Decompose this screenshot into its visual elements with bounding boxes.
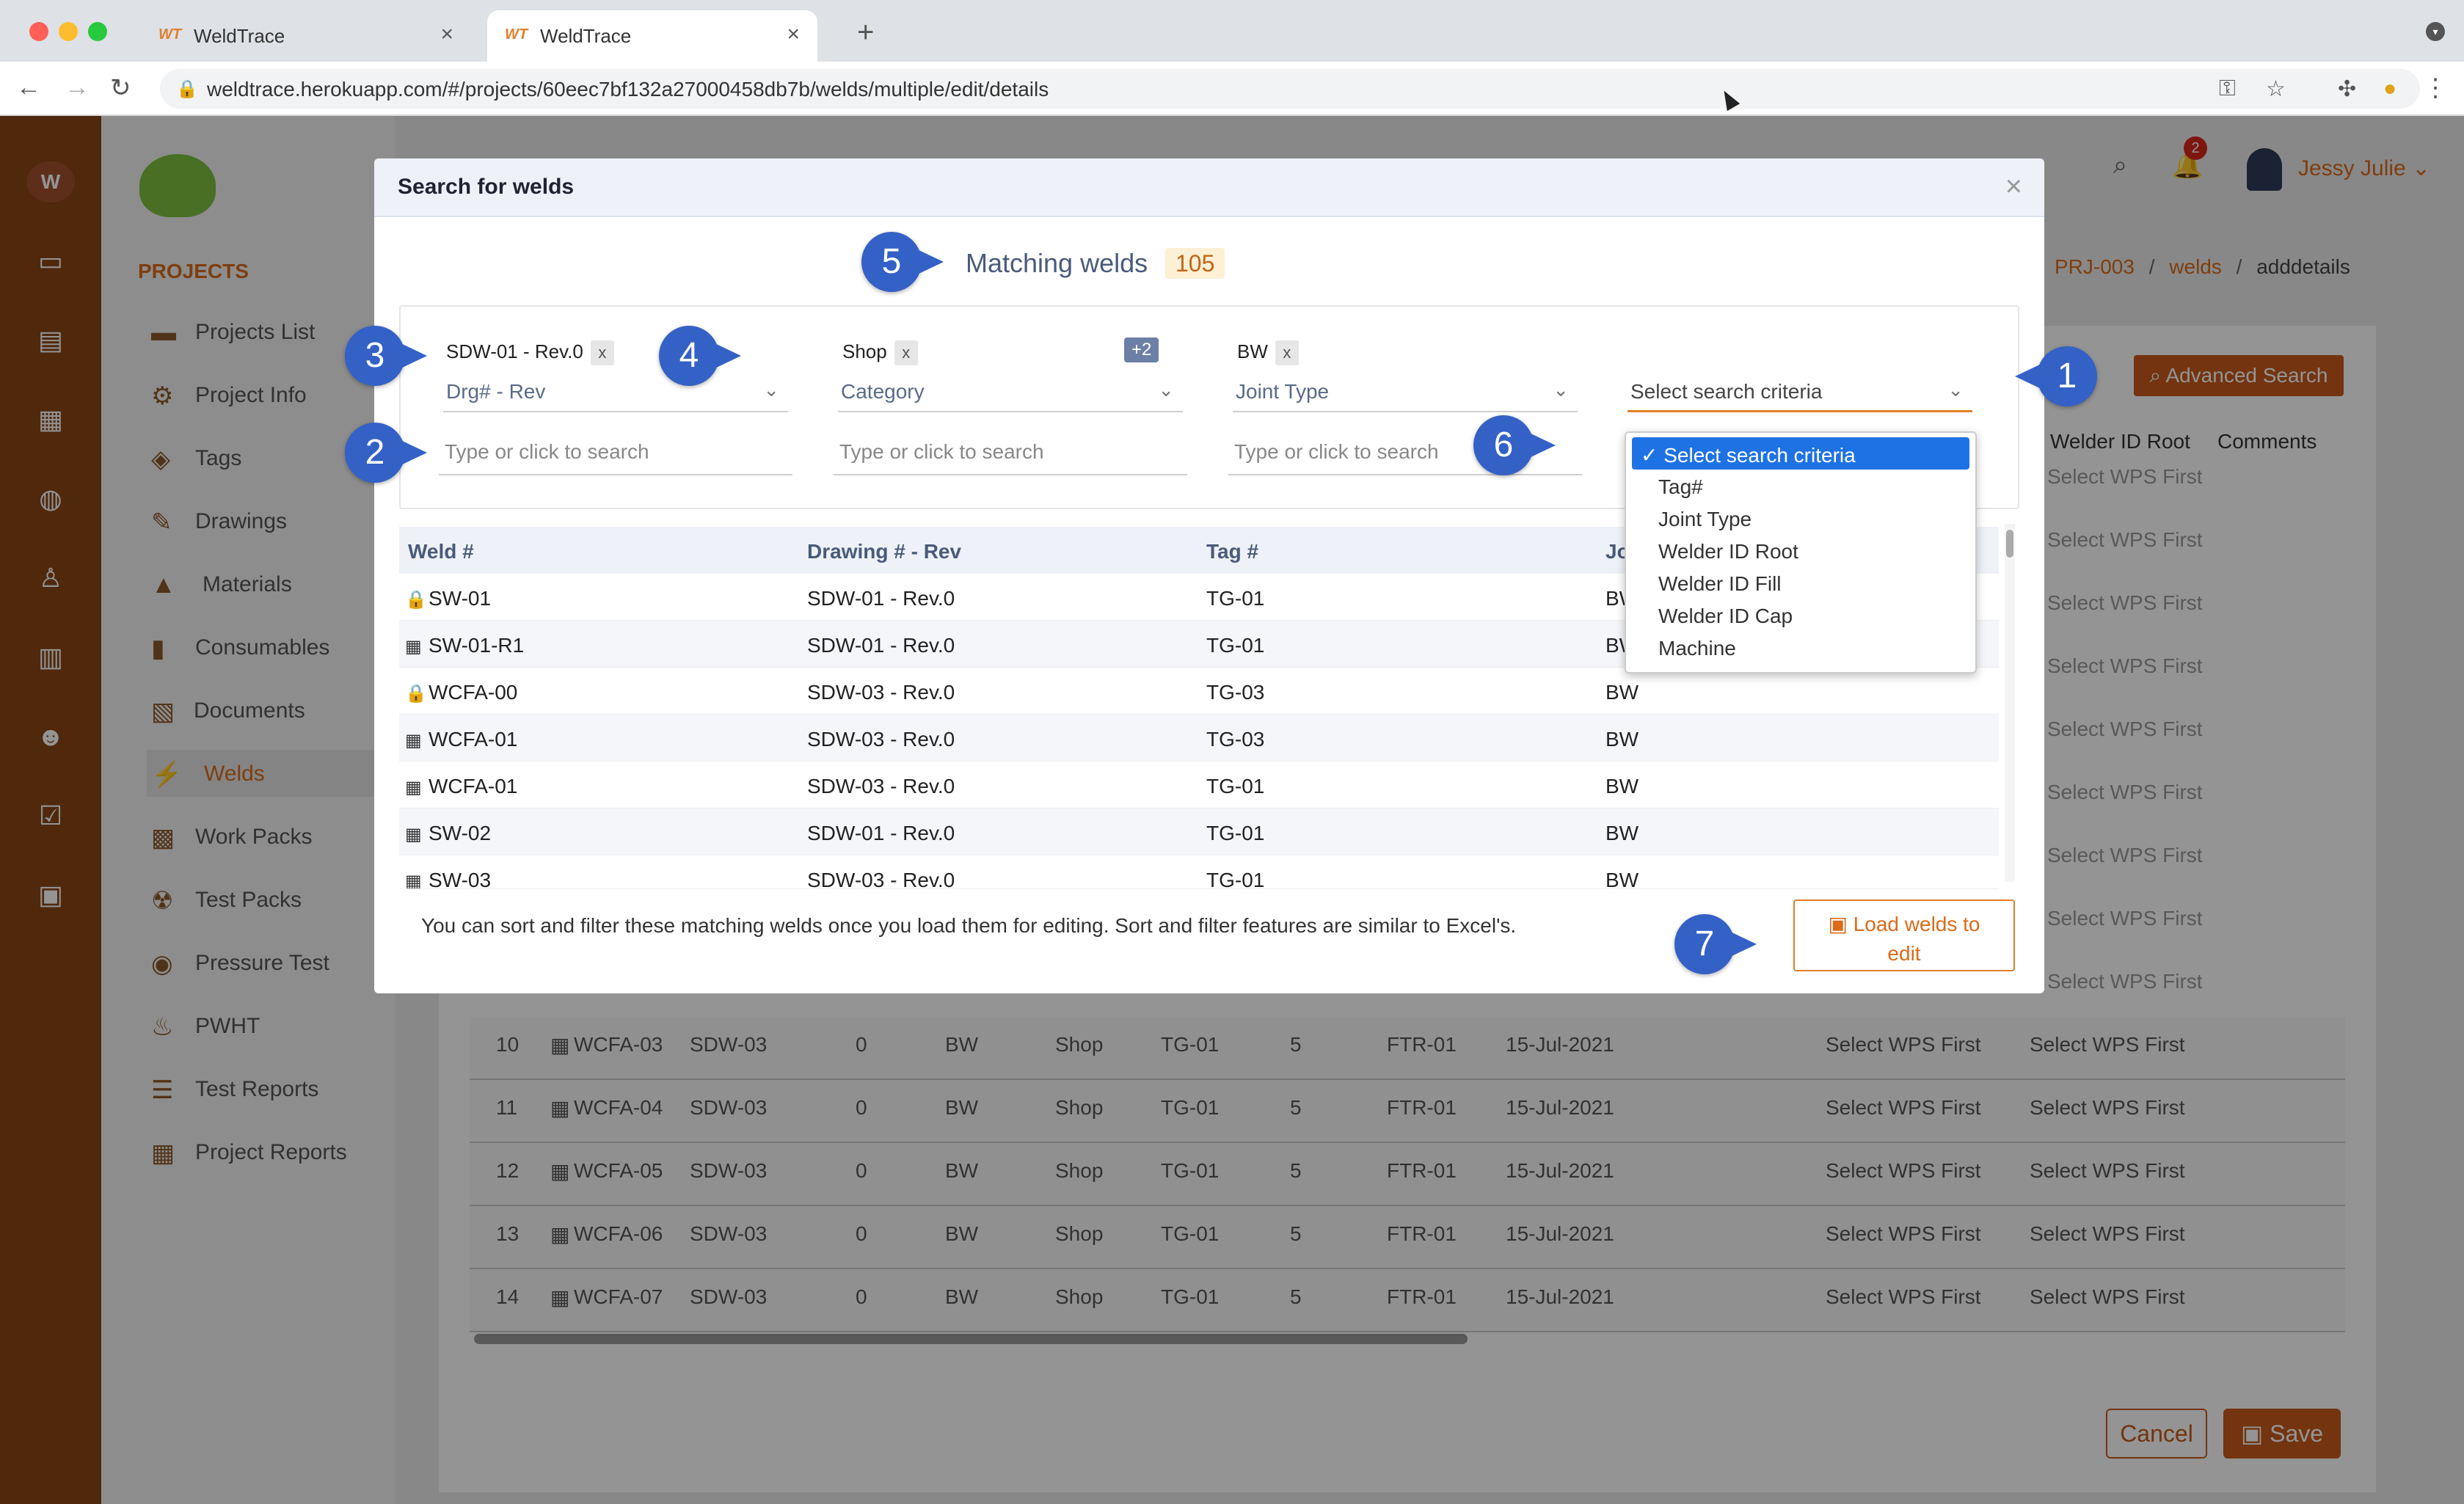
maximize-window-button[interactable] (88, 22, 107, 41)
screen: WT WeldTrace × WT WeldTrace × + ▾ ← → ↻ … (0, 0, 2464, 1504)
forward-icon[interactable]: → (65, 73, 90, 102)
callout-1: 1 (2015, 346, 2097, 406)
address-bar[interactable]: 🔒 weldtrace.herokuapp.com/#/projects/60e… (160, 69, 2420, 109)
chevron-down-icon: ⌄ (1158, 379, 1174, 401)
url-text: weldtrace.herokuapp.com/#/projects/60eec… (207, 78, 1049, 101)
column-header-weld[interactable]: Weld # (408, 540, 474, 563)
floppy-disk-icon: ▣ (1828, 913, 1854, 935)
tab-title: WeldTrace (540, 25, 632, 47)
browser-tab-bar: WT WeldTrace × WT WeldTrace × + ▾ (0, 0, 2464, 62)
calendar-icon: ▦ (405, 637, 422, 657)
remove-chip-icon[interactable]: x (894, 340, 918, 365)
option-tag[interactable]: Tag# (1632, 470, 1969, 502)
chevron-down-icon: ⌄ (1947, 379, 1964, 401)
tab-title: WeldTrace (194, 25, 285, 47)
matching-welds-count: 105 (1165, 248, 1225, 279)
column-header-tag[interactable]: Tag # (1206, 540, 1258, 563)
new-tab-button[interactable]: + (857, 16, 874, 49)
option-welder-id-root[interactable]: Welder ID Root (1632, 534, 1969, 566)
load-welds-button[interactable]: ▣ Load welds to edit (1793, 899, 2015, 971)
browser-menu-icon[interactable]: ⋮ (2423, 73, 2448, 103)
reload-icon[interactable]: ↻ (110, 73, 131, 103)
browser-tab-1[interactable]: WT WeldTrace × (141, 10, 471, 62)
key-icon[interactable]: ⚿ (2219, 76, 2236, 101)
close-window-button[interactable] (29, 22, 48, 41)
category-select[interactable]: Category ⌄ (838, 371, 1183, 412)
calendar-icon: ▦ (405, 731, 422, 751)
minimize-window-button[interactable] (59, 22, 78, 41)
chevron-down-icon: ⌄ (763, 379, 779, 401)
drawing-rev-search-input[interactable]: Type or click to search (439, 430, 792, 475)
modal-header: Search for welds × (374, 158, 2044, 217)
filter-chip-category: Shop x (842, 336, 918, 367)
drawing-rev-select[interactable]: Drg# - Rev ⌄ (443, 371, 788, 412)
table-row[interactable]: 🔒WCFA-00 SDW-03 - Rev.0 TG-03 BW (399, 668, 1999, 715)
filter-chip-joint-type: BW x (1237, 336, 1299, 367)
category-search-input[interactable]: Type or click to search (834, 430, 1187, 475)
modal-title: Search for welds (398, 175, 575, 199)
matching-welds-label: Matching welds (966, 248, 1148, 278)
option-welder-id-fill[interactable]: Welder ID Fill (1632, 566, 1969, 599)
lock-icon: 🔒 (405, 684, 427, 704)
calendar-icon: ▦ (405, 825, 422, 844)
callout-7: 7 (1674, 914, 1757, 974)
search-criteria-select[interactable]: Select search criteria ⌄ (1628, 371, 1972, 412)
close-tab-icon[interactable]: × (787, 22, 800, 47)
joint-type-select[interactable]: Joint Type ⌄ (1233, 371, 1578, 412)
browser-nav-bar: ← → ↻ 🔒 weldtrace.herokuapp.com/#/projec… (0, 62, 2464, 116)
search-criteria-dropdown: ✓ Select search criteria Tag# Joint Type… (1625, 431, 1977, 673)
callout-2: 2 (345, 423, 427, 483)
bookmark-star-icon[interactable]: ☆ (2266, 76, 2286, 102)
search-welds-modal: Search for welds × Matching welds 105 SD… (374, 158, 2044, 993)
remove-chip-icon[interactable]: x (1275, 340, 1299, 365)
back-icon[interactable]: ← (16, 73, 41, 102)
tab-search-icon[interactable]: ▾ (2426, 22, 2445, 41)
table-row[interactable]: ▦ WCFA-01 SDW-03 - Rev.0 TG-01 BW (399, 762, 1999, 808)
close-icon[interactable]: × (2005, 170, 2022, 203)
table-vertical-scrollbar[interactable] (2005, 524, 2015, 882)
chevron-down-icon: ⌄ (1553, 379, 1569, 401)
lock-icon: 🔒 (405, 590, 427, 610)
profile-icon[interactable]: ● (2383, 76, 2396, 101)
extensions-puzzle-icon[interactable]: ✣ (2338, 76, 2356, 102)
filter-chip-drawing: SDW-01 - Rev.0 x (446, 336, 614, 367)
weldtrace-favicon-icon: WT (158, 26, 182, 43)
table-row[interactable]: ▦ SW-02 SDW-01 - Rev.0 TG-01 BW (399, 808, 1999, 855)
scrollbar-thumb[interactable] (2006, 530, 2013, 558)
option-welder-id-cap[interactable]: Welder ID Cap (1632, 599, 1969, 631)
hint-text: You can sort and filter these matching w… (421, 914, 1517, 937)
column-header-drawing-rev[interactable]: Drawing # - Rev (807, 540, 961, 563)
close-tab-icon[interactable]: × (440, 22, 453, 47)
table-row[interactable]: ▦ SW-03 SDW-03 - Rev.0 TG-01 BW (399, 855, 1999, 889)
calendar-icon: ▦ (405, 872, 422, 889)
weldtrace-favicon-icon: WT (505, 26, 528, 43)
callout-4: 4 (659, 326, 741, 386)
check-icon: ✓ (1641, 444, 1664, 467)
option-machine[interactable]: Machine (1632, 631, 1969, 663)
callout-6: 6 (1473, 415, 1556, 475)
table-row[interactable]: ▦ WCFA-01 SDW-03 - Rev.0 TG-03 BW (399, 715, 1999, 762)
more-selections-badge[interactable]: +2 (1124, 337, 1159, 362)
calendar-icon: ▦ (405, 778, 422, 797)
callout-5: 5 (861, 232, 944, 292)
lock-icon: 🔒 (176, 79, 198, 99)
option-joint-type[interactable]: Joint Type (1632, 502, 1969, 534)
callout-3: 3 (345, 326, 427, 386)
option-select-search-criteria[interactable]: ✓ Select search criteria (1632, 437, 1969, 470)
browser-tab-2[interactable]: WT WeldTrace × (487, 10, 817, 62)
remove-chip-icon[interactable]: x (590, 340, 614, 365)
